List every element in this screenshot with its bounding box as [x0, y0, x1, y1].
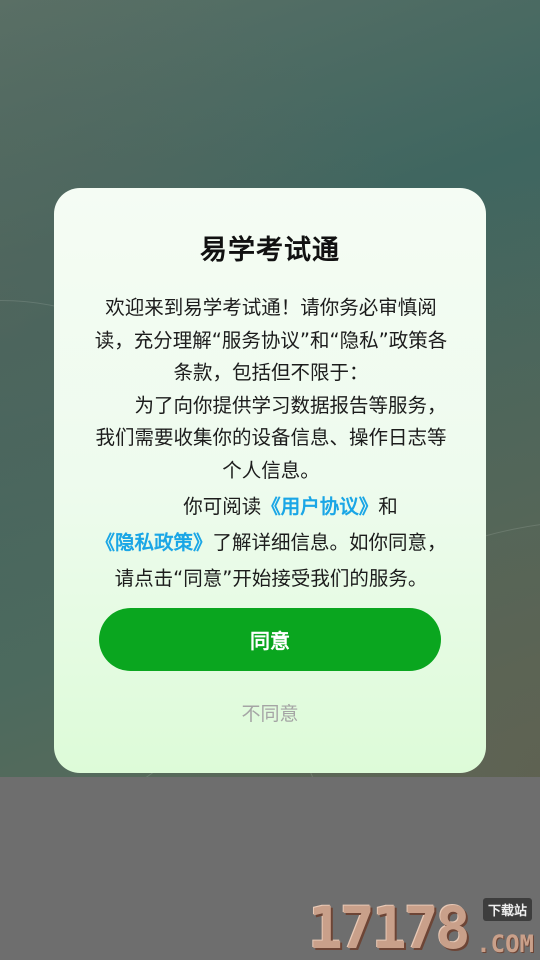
user-agreement-link[interactable]: 《用户协议》 [261, 495, 378, 518]
watermark-domain-suffix: .COM [476, 930, 534, 958]
agree-button[interactable]: 同意 [99, 608, 441, 671]
dialog-paragraph-links: 你可阅读《用户协议》和《隐私政策》了解详细信息。如你同意，请点击“同意”开始接受… [90, 489, 452, 597]
dialog-title: 易学考试通 [200, 235, 340, 266]
privacy-policy-link[interactable]: 《隐私政策》 [95, 531, 212, 554]
privacy-dialog: 易学考试通 欢迎来到易学考试通！请你务必审慎阅读，充分理解“服务协议”和“隐私”… [54, 188, 486, 773]
dialog-paragraph-data-collection: 为了向你提供学习数据报告等服务，我们需要收集你的设备信息、操作日志等个人信息。 [90, 390, 452, 488]
site-watermark-logo: 17178 .COM 下载站 [308, 898, 534, 958]
dialog-paragraph-links-prefix: 你可阅读 [183, 495, 262, 518]
disagree-button[interactable]: 不同意 [54, 699, 486, 726]
dialog-body: 欢迎来到易学考试通！请你务必审慎阅读，充分理解“服务协议”和“隐私”政策各条款，… [90, 292, 452, 597]
dialog-paragraph-data-collection-text: 为了向你提供学习数据报告等服务，我们需要收集你的设备信息、操作日志等个人信息。 [95, 393, 447, 482]
dialog-paragraph-links-and: 和 [378, 495, 398, 518]
dialog-paragraph-intro: 欢迎来到易学考试通！请你务必审慎阅读，充分理解“服务协议”和“隐私”政策各条款，… [94, 296, 448, 384]
watermark-badge: 下载站 [482, 898, 532, 921]
watermark-digits: 17178 [308, 894, 471, 960]
screen: 易学考试通 欢迎来到易学考试通！请你务必审慎阅读，充分理解“服务协议”和“隐私”… [0, 0, 540, 960]
